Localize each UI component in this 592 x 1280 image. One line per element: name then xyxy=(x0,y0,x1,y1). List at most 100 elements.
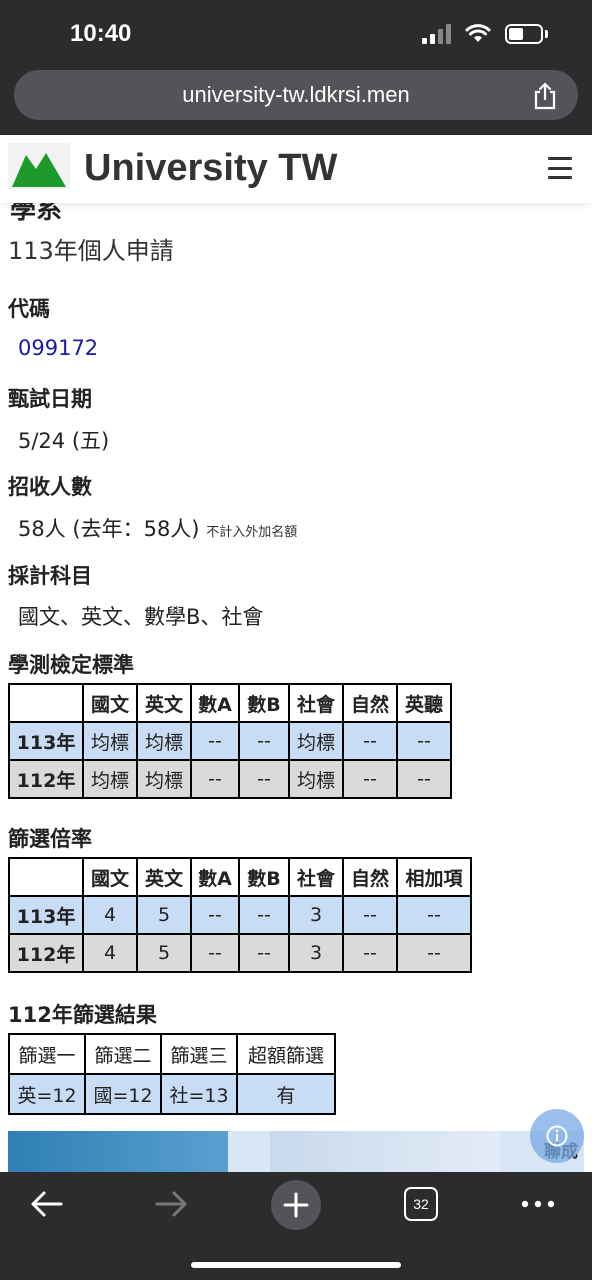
forward-arrow-icon xyxy=(155,1191,187,1217)
table-cell: 113年 xyxy=(10,723,82,759)
table-header-cell: 自然 xyxy=(344,685,396,721)
table-header-cell: 數A xyxy=(192,859,238,895)
table-cell: 112年 xyxy=(10,935,82,971)
table-cell: -- xyxy=(192,723,238,759)
new-tab-button[interactable] xyxy=(271,1180,321,1230)
table-cell: -- xyxy=(192,935,238,971)
table-cell: 5 xyxy=(138,935,190,971)
table-cell: -- xyxy=(192,897,238,933)
table-cell: -- xyxy=(192,761,238,797)
table-header-cell: 社會 xyxy=(290,859,342,895)
hamburger-menu-icon[interactable] xyxy=(548,157,572,179)
table-cell: 4 xyxy=(84,935,136,971)
subjects-label: 採計科目 xyxy=(8,564,92,588)
table-header-row: 篩選一 篩選二 篩選三 超額篩選 xyxy=(10,1035,334,1073)
page-subtitle: 113年個人申請 xyxy=(8,237,174,265)
table-header-cell: 篩選一 xyxy=(10,1035,84,1073)
table-header-cell: 自然 xyxy=(344,859,396,895)
enroll-note: 不計入外加名額 xyxy=(206,525,298,540)
site-header: University TW xyxy=(0,135,592,203)
status-time: 10:40 xyxy=(70,20,132,47)
table-header-cell: 英文 xyxy=(138,859,190,895)
table-header-row: 國文 英文 數A 數B 社會 自然 英聽 xyxy=(10,685,450,721)
table-cell: -- xyxy=(344,723,396,759)
battery-tip xyxy=(545,30,548,38)
table-cell: -- xyxy=(344,761,396,797)
page-content: 學系 113年個人申請 代碼 099172 甄試日期 5/24 (五) 招收人數… xyxy=(0,203,592,1173)
more-menu-icon[interactable] xyxy=(520,1180,556,1228)
ad-image xyxy=(8,1131,228,1173)
table-row: 113年 均標 均標 -- -- 均標 -- -- xyxy=(10,723,450,759)
table-cell: 國=12 xyxy=(86,1075,160,1113)
site-title[interactable]: University TW xyxy=(84,147,337,190)
table-cell: 4 xyxy=(84,897,136,933)
table-header-cell: 英聽 xyxy=(398,685,450,721)
table-row: 113年 4 5 -- -- 3 -- -- xyxy=(10,897,470,933)
clipped-page-heading: 學系 xyxy=(10,203,63,225)
standards-table: 國文 英文 數A 數B 社會 自然 英聽 113年 均標 均標 -- -- 均標… xyxy=(8,683,452,799)
table-header-cell: 超額篩選 xyxy=(238,1035,334,1073)
table-cell: -- xyxy=(398,761,450,797)
home-indicator xyxy=(191,1262,401,1268)
table-header-cell: 英文 xyxy=(138,685,190,721)
table-cell: -- xyxy=(240,723,288,759)
table-cell: -- xyxy=(344,897,396,933)
ad-image-secondary xyxy=(270,1131,500,1173)
back-button[interactable] xyxy=(26,1180,66,1228)
table-cell: -- xyxy=(240,897,288,933)
table-header-row: 國文 英文 數A 數B 社會 自然 相加項 xyxy=(10,859,470,895)
table-cell: -- xyxy=(398,935,470,971)
table-header-cell: 社會 xyxy=(290,685,342,721)
table-cell: 3 xyxy=(290,935,342,971)
ad-info-icon[interactable] xyxy=(530,1109,584,1163)
tabs-button[interactable]: 32 xyxy=(404,1187,438,1221)
table-cell: 社=13 xyxy=(162,1075,236,1113)
table-cell: 均標 xyxy=(138,761,190,797)
table-cell: -- xyxy=(398,723,450,759)
table-row: 112年 4 5 -- -- 3 -- -- xyxy=(10,935,470,971)
enroll-value-line: 58人 (去年：58人) 不計入外加名額 xyxy=(18,513,297,543)
enroll-value: 58人 (去年：58人) xyxy=(18,517,200,541)
back-arrow-icon xyxy=(31,1191,63,1217)
table-cell: 均標 xyxy=(84,723,136,759)
results-title: 112年篩選結果 xyxy=(8,1003,157,1027)
battery-icon xyxy=(505,24,543,44)
table-cell: 3 xyxy=(290,897,342,933)
code-link[interactable]: 099172 xyxy=(18,336,98,360)
url-text: university-tw.ldkrsi.men xyxy=(182,82,410,107)
plus-icon xyxy=(283,1192,309,1218)
table-cell: -- xyxy=(398,897,470,933)
table-header-cell xyxy=(10,685,82,721)
table-cell: 112年 xyxy=(10,761,82,797)
ad-banner[interactable]: 聯成 xyxy=(8,1131,584,1173)
url-bar[interactable]: university-tw.ldkrsi.men xyxy=(14,70,578,120)
table-row: 112年 均標 均標 -- -- 均標 -- -- xyxy=(10,761,450,797)
table-header-cell: 數A xyxy=(192,685,238,721)
table-cell: -- xyxy=(240,761,288,797)
table-header-cell xyxy=(10,859,82,895)
table-cell: 均標 xyxy=(138,723,190,759)
table-cell: 英=12 xyxy=(10,1075,84,1113)
table-header-cell: 篩選三 xyxy=(162,1035,236,1073)
ratio-table: 國文 英文 數A 數B 社會 自然 相加項 113年 4 5 -- -- 3 -… xyxy=(8,857,472,973)
share-icon[interactable] xyxy=(532,82,558,110)
table-cell: 均標 xyxy=(290,761,342,797)
table-cell: 有 xyxy=(238,1075,334,1113)
ratio-title: 篩選倍率 xyxy=(8,827,92,851)
subjects-value: 國文、英文、數學B、社會 xyxy=(18,605,264,629)
table-cell: 113年 xyxy=(10,897,82,933)
table-header-cell: 數B xyxy=(240,685,288,721)
exam-date-value: 5/24 (五) xyxy=(18,429,110,453)
table-cell: -- xyxy=(344,935,396,971)
exam-date-label: 甄試日期 xyxy=(8,387,92,411)
site-logo-icon[interactable] xyxy=(8,143,70,189)
forward-button[interactable] xyxy=(152,1180,192,1228)
status-icons xyxy=(422,24,548,44)
info-icon xyxy=(546,1125,568,1147)
standards-title: 學測檢定標準 xyxy=(8,653,134,677)
table-header-cell: 國文 xyxy=(84,859,136,895)
enroll-label: 招收人數 xyxy=(8,475,92,499)
table-row: 英=12 國=12 社=13 有 xyxy=(10,1075,334,1113)
wifi-icon xyxy=(465,24,491,42)
code-label: 代碼 xyxy=(8,297,50,321)
